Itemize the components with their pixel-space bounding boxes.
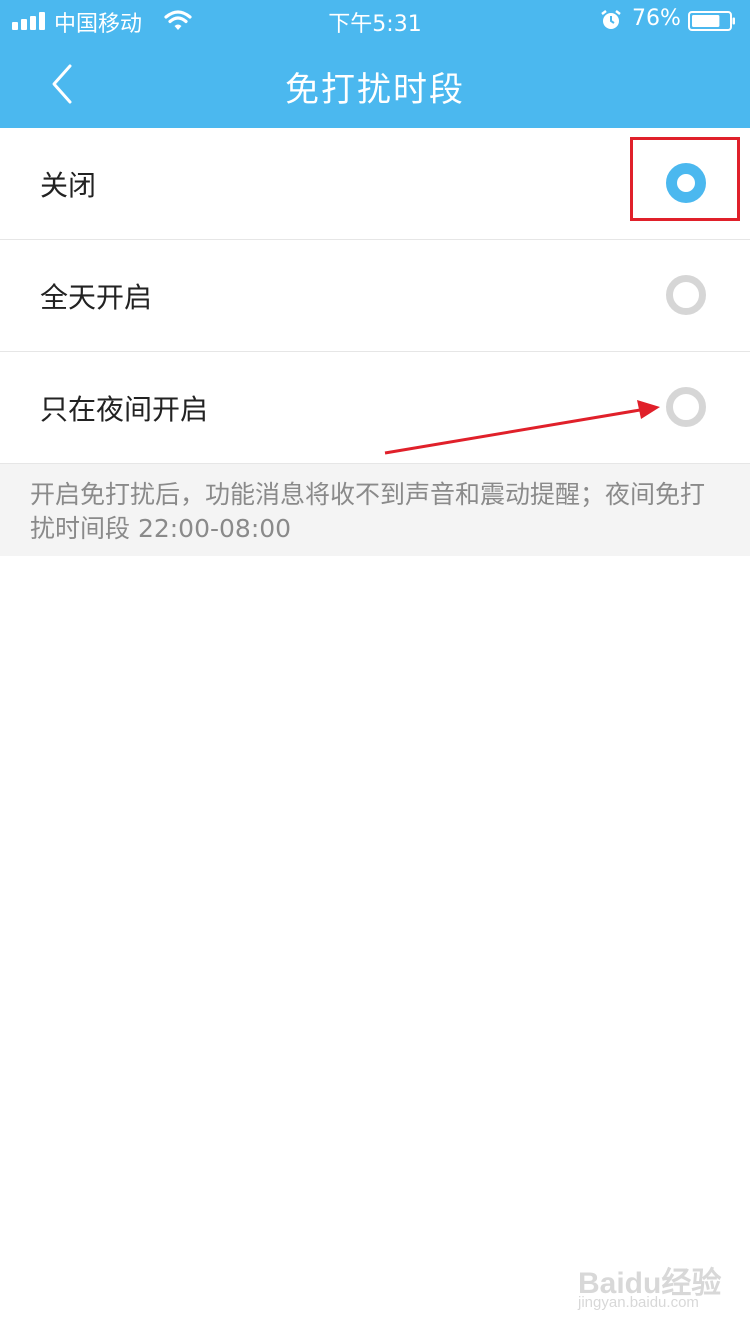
option-label: 只在夜间开启 — [40, 393, 209, 426]
radio-unselected-icon[interactable] — [666, 275, 706, 315]
nav-bar: 免打扰时段 — [0, 40, 750, 128]
alarm-icon — [601, 10, 621, 29]
option-night-only[interactable]: 只在夜间开启 — [0, 352, 750, 464]
battery-percent: 76% — [632, 6, 681, 31]
option-label: 全天开启 — [40, 281, 153, 314]
status-bar: 中国移动 下午5:31 76% — [0, 0, 750, 40]
option-all-day[interactable]: 全天开启 — [0, 240, 750, 352]
watermark-url: jingyan.baidu.com — [578, 1294, 699, 1311]
page-title: 免打扰时段 — [285, 70, 465, 110]
header-bar: 中国移动 下午5:31 76% 免打扰时段 — [0, 0, 750, 128]
dnd-description: 开启免打扰后，功能消息将收不到声音和震动提醒；夜间免打扰时间段 22:00-08… — [0, 464, 750, 556]
baidu-watermark-logo: Baidu经验 jingyan.baidu.com — [578, 1258, 728, 1318]
option-label: 关闭 — [40, 169, 97, 202]
battery-icon — [688, 11, 735, 31]
annotation-highlight-box — [630, 137, 740, 221]
radio-unselected-icon[interactable] — [666, 387, 706, 427]
